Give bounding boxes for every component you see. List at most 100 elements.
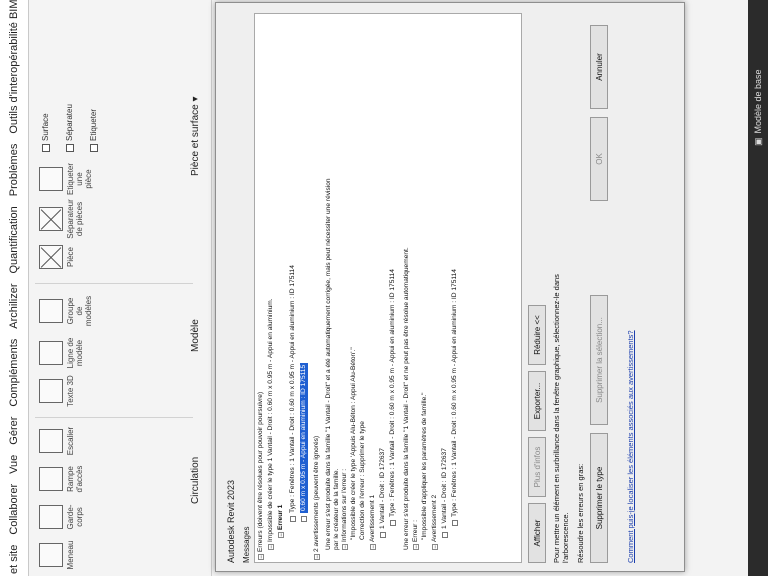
errors-header-text: Erreurs (doivent être résolues pour pouv… xyxy=(257,391,264,552)
model-icon: ▣ xyxy=(752,137,763,146)
messages-tree[interactable]: − Erreurs (doivent être résolues pour po… xyxy=(254,13,522,563)
etiqueter-piece-button[interactable]: Etiqueter une pièce xyxy=(39,162,93,196)
surface-label: Surface xyxy=(41,113,50,141)
help-link[interactable]: Comment puis-je localiser les éléments a… xyxy=(626,330,635,563)
tab-gerer[interactable]: Gérer xyxy=(8,417,20,445)
area-tag-icon xyxy=(89,144,98,152)
garde-corps-button[interactable]: Garde-corps xyxy=(39,500,84,534)
model-status-text[interactable]: Modèle de base xyxy=(753,69,763,133)
collapse-icon[interactable]: − xyxy=(268,544,275,550)
tree-erreur-1[interactable]: − Erreur 1 xyxy=(277,505,285,538)
resolve-label: Résoudre les erreurs en gras: xyxy=(576,463,585,563)
tree-erreur-label[interactable]: − Erreur : xyxy=(412,520,420,550)
exporter-button[interactable]: Exporter... xyxy=(528,371,546,431)
tree-row-selected[interactable]: 0.60 m x 0.95 m - Appui en aluminium : I… xyxy=(300,362,308,522)
tree-avertissement-1[interactable]: − Avertissement 1 xyxy=(369,495,377,550)
tree-avert2-id[interactable]: 1 Vantail - Droit : ID 172637 xyxy=(441,448,449,538)
tree-impossible-param: "Impossible d'appliquer les paramètres d… xyxy=(421,393,429,540)
warnings-header-text: 2 avertissements (peuvent être ignorés) xyxy=(313,435,320,552)
meneau-label: Meneau xyxy=(66,540,75,570)
surface-button[interactable]: Surface xyxy=(41,113,50,152)
supprimer-type-button[interactable]: Supprimer le type xyxy=(590,433,608,563)
row-checkbox[interactable] xyxy=(442,532,448,538)
screen: et site Collaborer Vue Gérer Compléments… xyxy=(0,0,768,576)
collapse-icon[interactable]: − xyxy=(314,554,321,560)
collapse-icon[interactable]: − xyxy=(432,544,439,550)
piece-button[interactable]: Pièce xyxy=(39,240,75,274)
tab-archilizer[interactable]: Archilizer xyxy=(8,284,20,329)
warning-text-1b: par le créateur de la famille. xyxy=(333,468,340,550)
rampe-label: Rampe d'accès xyxy=(66,465,84,493)
separateur-surface-button[interactable]: Séparateu xyxy=(65,104,74,152)
avertissement-2-text: Avertissement 2 xyxy=(431,494,438,542)
texte-3d-button[interactable]: Texte 3D xyxy=(39,374,75,408)
panel-piece-surface[interactable]: Pièce et surface ▾ xyxy=(190,96,201,176)
afficher-button[interactable]: Afficher xyxy=(528,503,546,563)
collapse-icon[interactable]: − xyxy=(278,532,285,538)
row-checkbox[interactable] xyxy=(290,516,296,522)
texte-3d-label: Texte 3D xyxy=(66,375,75,407)
impossible-create-text: Impossible de créer le type 1 Vantail - … xyxy=(267,298,274,542)
row-checkbox[interactable] xyxy=(380,532,386,538)
tree-correction: Correction de l'erreur : Supprimer le ty… xyxy=(359,421,367,540)
separateur-pieces-button[interactable]: Séparateur de pièces xyxy=(39,199,84,239)
plus-infos-button[interactable]: Plus d'infos xyxy=(528,437,546,497)
tree-warning-text-1[interactable]: Une erreur s'est produite dans la famill… xyxy=(325,178,333,550)
tree-row-type[interactable]: Type : Fenêtres : 1 Vantail - Droit : 0.… xyxy=(289,265,297,522)
impossible-param-text: "Impossible d'appliquer les paramètres d… xyxy=(421,392,428,540)
collapse-icon[interactable]: − xyxy=(370,544,377,550)
info-text-2: l'arborescence. xyxy=(561,512,570,563)
annuler-button[interactable]: Annuler xyxy=(590,25,608,109)
escalier-button[interactable]: Escalier xyxy=(39,424,75,458)
avertissement-1-text: Avertissement 1 xyxy=(369,494,376,542)
etiqueter-surface-button[interactable]: Etiqueter xyxy=(89,109,98,152)
collapse-icon[interactable]: − xyxy=(258,554,265,560)
tree-warnings-header[interactable]: − 2 avertissements (peuvent être ignorés… xyxy=(313,436,321,560)
model-group-icon xyxy=(39,299,63,323)
escalier-label: Escalier xyxy=(66,426,75,456)
tree-warning-text-2[interactable]: Une erreur s'est produite dans la famill… xyxy=(403,247,411,550)
tree-info-error[interactable]: − Informations sur l'erreur : xyxy=(341,469,349,550)
tree-avertissement-2[interactable]: − Avertissement 2 xyxy=(431,495,439,550)
collapse-icon[interactable]: − xyxy=(413,544,420,550)
panel-circulation: Circulation xyxy=(190,456,201,504)
row-checkbox[interactable] xyxy=(390,520,396,526)
tab-quantification[interactable]: Quantification xyxy=(8,206,20,273)
info-error-text: Informations sur l'erreur : xyxy=(341,468,348,542)
tab-vue[interactable]: Vue xyxy=(8,455,20,474)
avert2-id-text: 1 Vantail - Droit : ID 172637 xyxy=(441,448,448,529)
tree-warning-text-1b: par le créateur de la famille. xyxy=(333,469,341,550)
row-checkbox[interactable] xyxy=(452,520,458,526)
tree-impossible-create[interactable]: − Impossible de créer le type 1 Vantail … xyxy=(267,298,275,550)
tab-interoperabilite[interactable]: Outils d'interopérabilité BIM xyxy=(8,0,20,134)
meneau-icon xyxy=(39,543,63,567)
avert1-id-text: 1 Vantail - Droit : ID 172637 xyxy=(379,448,386,529)
ramp-icon xyxy=(39,467,63,491)
tab-collaborer[interactable]: Collaborer xyxy=(8,484,20,535)
meneau-button[interactable]: Meneau xyxy=(39,538,75,572)
stair-icon xyxy=(39,429,63,453)
warning-text-2: Une erreur s'est produite dans la famill… xyxy=(403,247,410,550)
erreur-label-text: Erreur : xyxy=(412,520,419,542)
ok-button[interactable]: OK xyxy=(590,117,608,201)
erreur-1-text: Erreur 1 xyxy=(277,504,284,530)
dialog-title: Autodesk Revit 2023 xyxy=(226,479,236,563)
tree-avert2-type[interactable]: Type : Fenêtres : 1 Vantail - Droit : 0.… xyxy=(451,269,459,526)
tree-impossible-type: "Impossible de créer le type 'Appuis Alu… xyxy=(350,347,358,540)
groupe-modeles-button[interactable]: Groupe de modèles xyxy=(39,294,93,328)
row-type-text: Type : Fenêtres : 1 Vantail - Droit : 0.… xyxy=(289,265,296,513)
tab-site[interactable]: et site xyxy=(8,545,20,574)
area-separator-icon xyxy=(65,144,74,152)
collapse-icon[interactable]: − xyxy=(342,544,349,550)
reduire-button[interactable]: Réduire << xyxy=(528,305,546,365)
tab-complements[interactable]: Compléments xyxy=(8,339,20,407)
tab-problemes[interactable]: Problèmes xyxy=(8,144,20,197)
row-checkbox[interactable] xyxy=(301,516,307,522)
etiqueter-surface-label: Etiqueter xyxy=(89,108,98,141)
tree-avert1-type[interactable]: Type : Fenêtres : 1 Vantail - Droit : 0.… xyxy=(389,269,397,526)
ligne-modele-button[interactable]: Ligne de modèle xyxy=(39,336,84,370)
supprimer-selection-button[interactable]: Supprimer la sélection... xyxy=(590,295,608,425)
rampe-button[interactable]: Rampe d'accès xyxy=(39,462,84,496)
tree-avert1-id[interactable]: 1 Vantail - Droit : ID 172637 xyxy=(379,448,387,538)
tree-errors-header[interactable]: − Erreurs (doivent être résolues pour po… xyxy=(257,392,265,560)
